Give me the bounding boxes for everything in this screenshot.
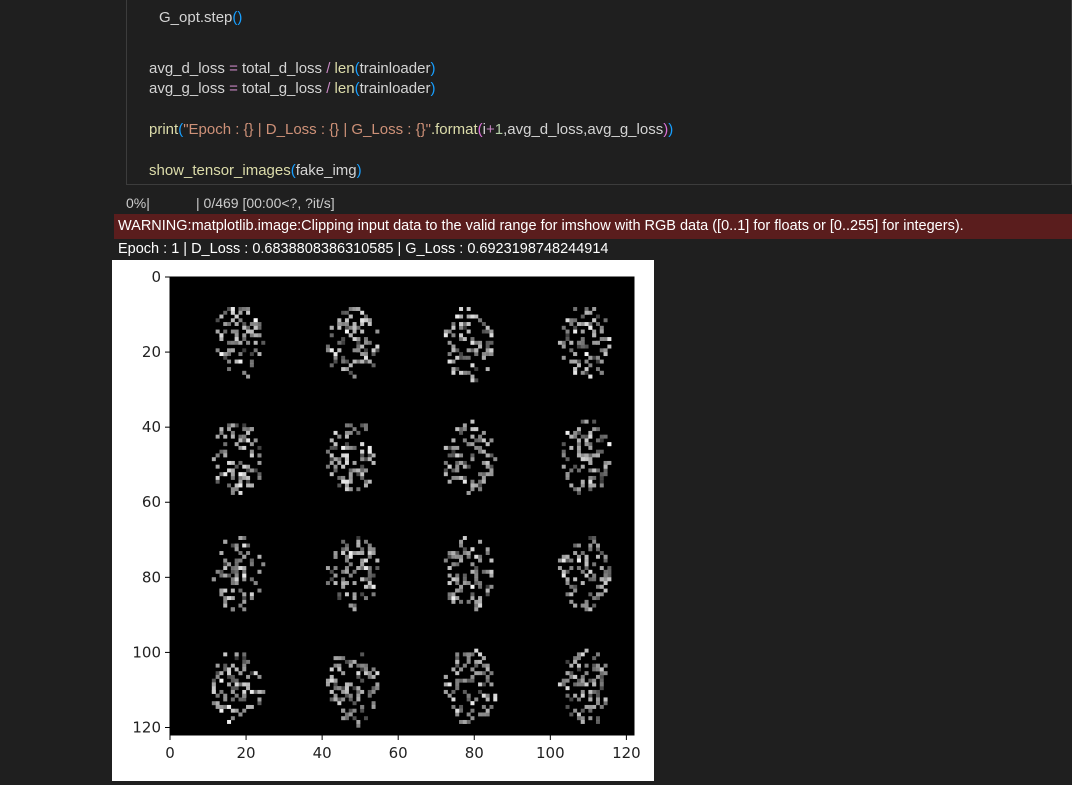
y-tick-label: 40: [142, 418, 161, 436]
stderr-warning: WARNING:matplotlib.image:Clipping input …: [114, 214, 1072, 239]
editor-gutter: [0, 0, 126, 785]
x-tick-label: 40: [313, 744, 332, 762]
stdout-text: Epoch : 1 | D_Loss : 0.6838808386310585 …: [118, 241, 609, 257]
code-line: avg_g_loss = total_g_loss / len(trainloa…: [149, 79, 435, 99]
y-tick-label: 120: [132, 718, 161, 736]
code-token: avg_g_loss: [149, 80, 230, 97]
code-token: 1: [494, 121, 504, 138]
code-line: G_opt.step(): [159, 8, 242, 28]
code-token: "Epoch : {} | D_Loss : {} | G_Loss : {}": [183, 121, 431, 138]
code-token: trainloader: [359, 60, 431, 77]
code-token: .format: [430, 121, 478, 138]
x-tick-label: 80: [465, 744, 484, 762]
y-tick-label: 0: [151, 268, 161, 286]
code-token: avg_d_loss: [149, 60, 230, 77]
code-token: (): [232, 9, 243, 26]
code-token: =: [229, 80, 238, 97]
code-token: ): [356, 162, 362, 179]
progress-status: | 0/469 [00:00<?, ?it/s]: [196, 195, 335, 211]
code-token: trainloader: [359, 80, 431, 97]
code-token: +: [485, 121, 495, 138]
plot-svg: 0 20 40 60 80 100 120020406080100120: [132, 268, 641, 762]
image-plot: 0 20 40 60 80 100 120 0 20 40 60 80 100 120: [112, 260, 654, 781]
progress-percent: 0%|: [126, 195, 150, 211]
code-token: len: [330, 80, 355, 97]
code-token: total_d_loss: [237, 60, 327, 77]
code-token: len: [330, 60, 355, 77]
y-tick-label: 80: [142, 568, 161, 586]
y-tick-label: 20: [142, 343, 161, 361]
code-token: total_g_loss: [237, 80, 327, 97]
warning-text: WARNING:matplotlib.image:Clipping input …: [118, 218, 964, 234]
x-tick-label: 100: [536, 744, 565, 762]
code-editor[interactable]: G_opt.step() avg_d_loss = total_d_loss / …: [127, 0, 1071, 184]
y-tick-label: 100: [132, 643, 161, 661]
code-line: print("Epoch : {} | D_Loss : {} | G_Loss…: [149, 120, 673, 140]
code-line: avg_d_loss = total_d_loss / len(trainloa…: [149, 59, 435, 79]
x-tick-label: 0: [165, 744, 175, 762]
code-token: print: [149, 121, 179, 138]
code-token: ,avg_d_loss,avg_g_loss: [503, 121, 664, 138]
y-tick-label: 60: [142, 493, 161, 511]
code-line: show_tensor_images(fake_img): [149, 161, 362, 181]
code-token: ): [668, 121, 674, 138]
code-token: G_opt.step: [159, 9, 233, 26]
progress-bar-output: 0%| | 0/469 [00:00<?, ?it/s]: [126, 195, 335, 211]
code-token: show_tensor_images: [149, 162, 291, 179]
code-token: =: [229, 60, 238, 77]
code-token: fake_img: [295, 162, 357, 179]
code-token: ): [430, 80, 436, 97]
x-tick-label: 20: [237, 744, 256, 762]
code-cell[interactable]: G_opt.step() avg_d_loss = total_d_loss / …: [126, 0, 1072, 185]
code-token: ): [430, 60, 436, 77]
x-tick-label: 120: [612, 744, 641, 762]
x-tick-label: 60: [389, 744, 408, 762]
